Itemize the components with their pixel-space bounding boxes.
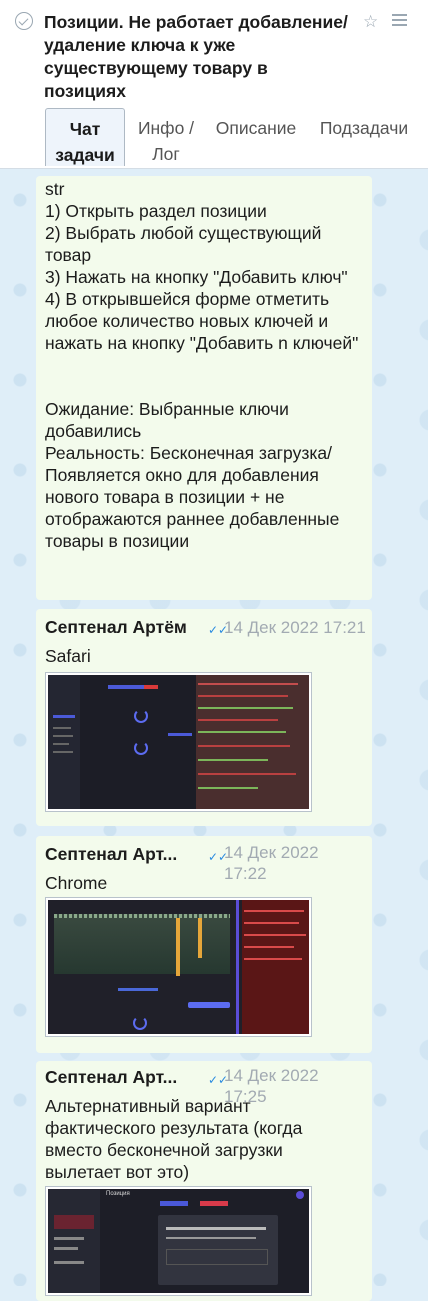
attachment-preview <box>48 675 309 809</box>
task-header: Позиции. Не работает добавление/удаление… <box>0 0 428 169</box>
tab-subtasks[interactable]: Подзадачи <box>310 108 418 166</box>
chat-message: Септенал Артём ✓✓ 14 Дек 2022 17:21 Safa… <box>36 609 372 826</box>
chat-message: Септенал Арт... ✓✓ 14 Дек 2022 17:25 Аль… <box>36 1061 372 1301</box>
chat-message: Септенал Арт... ✓✓ 14 Дек 2022 17:22 Chr… <box>36 836 372 1053</box>
chat-message: str 1) Открыть раздел позиции 2) Выбрать… <box>36 176 372 600</box>
message-text: Альтернативный вариант фактического резу… <box>45 1096 308 1182</box>
menu-icon[interactable] <box>392 14 407 29</box>
message-author[interactable]: Септенал Арт... <box>45 844 177 865</box>
task-title: Позиции. Не работает добавление/удаление… <box>44 12 348 101</box>
tab-info-log[interactable]: Инфо / Лог <box>130 108 202 166</box>
screenshot-attachment[interactable] <box>45 897 312 1037</box>
tab-task-chat[interactable]: Чат задачи <box>45 108 125 166</box>
tab-bar: Чат задачи Инфо / Лог Описание Подзадачи <box>44 108 428 166</box>
complete-task-icon[interactable] <box>15 12 33 30</box>
message-author[interactable]: Септенал Арт... <box>45 1067 177 1088</box>
attachment-preview: Позиция <box>48 1189 309 1293</box>
tab-description[interactable]: Описание <box>208 108 304 166</box>
message-time: 14 Дек 2022 17:22 <box>224 843 319 883</box>
star-icon[interactable]: ☆ <box>363 12 378 32</box>
screenshot-attachment[interactable] <box>45 672 312 812</box>
message-text: str 1) Открыть раздел позиции 2) Выбрать… <box>45 179 359 551</box>
message-author[interactable]: Септенал Артём <box>45 617 187 638</box>
message-text: Safari <box>45 646 91 666</box>
message-time: 14 Дек 2022 17:21 <box>224 618 366 637</box>
screenshot-attachment[interactable]: Позиция <box>45 1186 312 1296</box>
message-text: Chrome <box>45 873 108 893</box>
attachment-preview <box>48 900 309 1034</box>
